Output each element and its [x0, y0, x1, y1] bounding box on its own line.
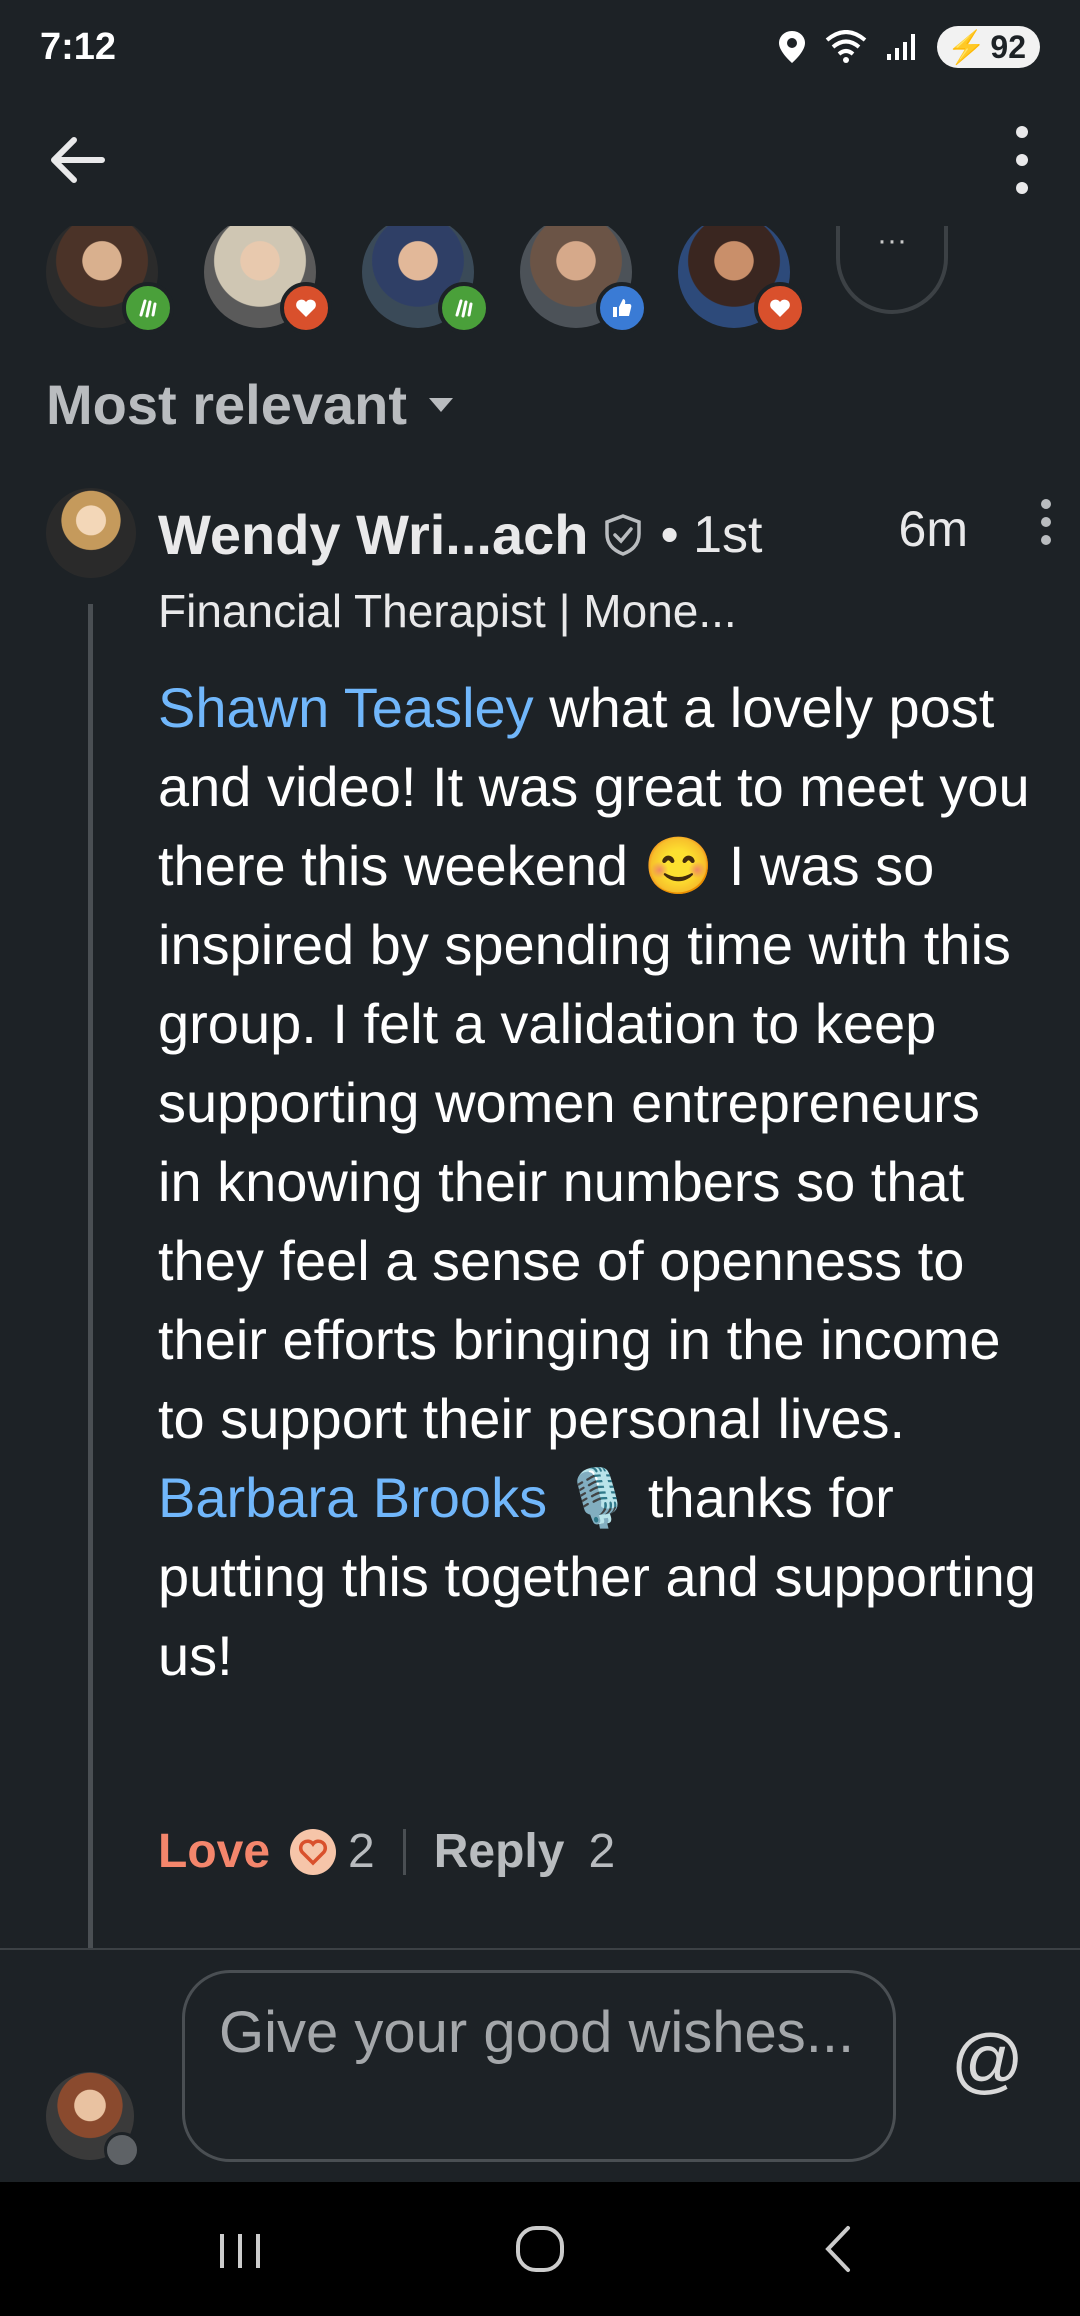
comment-actions: Love 2 Reply 2	[158, 1824, 615, 1879]
commenter-headline: Financial Therapist | Mone...	[158, 585, 737, 637]
more-vertical-icon[interactable]	[960, 120, 1040, 200]
charging-icon: ⚡	[946, 29, 987, 65]
mention-link[interactable]: Shawn Teasley	[158, 676, 534, 739]
reactors-row: ···	[0, 226, 1080, 336]
battery-level: 92	[990, 28, 1026, 65]
commenter-avatar[interactable]	[46, 488, 136, 578]
comment-time: 6m	[898, 501, 968, 557]
comment-input[interactable]: Give your good wishes...	[182, 1970, 896, 2162]
wifi-icon	[825, 30, 866, 63]
battery-indicator: ⚡ 92	[936, 26, 1040, 68]
status-bar: 7:12 ⚡ 92	[0, 0, 1080, 100]
status-time: 7:12	[40, 26, 117, 68]
back-nav-icon[interactable]	[800, 2214, 880, 2284]
divider	[402, 1828, 406, 1875]
celebrate-icon	[122, 282, 174, 334]
sort-selector[interactable]: Most relevant	[46, 372, 455, 437]
verified-shield-icon	[605, 513, 642, 556]
system-nav-bar	[0, 2182, 1080, 2316]
reactor-avatar[interactable]	[674, 226, 806, 336]
chevron-down-icon[interactable]	[104, 2132, 140, 2168]
arrow-left-icon[interactable]	[40, 120, 120, 200]
love-reaction-button[interactable]: Love	[158, 1824, 270, 1879]
mention-at-button[interactable]: @	[951, 2020, 1024, 2102]
reactor-avatar[interactable]	[516, 226, 648, 336]
sort-label: Most relevant	[46, 373, 407, 436]
home-icon[interactable]	[500, 2214, 580, 2284]
reply-count[interactable]: 2	[588, 1824, 615, 1879]
thread-line	[88, 604, 93, 2054]
status-icons: ⚡ 92	[777, 26, 1040, 68]
comment-header: Wendy Wri...ach • 1st 6m	[158, 499, 1051, 567]
love-icon	[290, 1828, 337, 1875]
celebrate-icon	[438, 282, 490, 334]
comment-text: what a lovely post and video! It was gre…	[158, 676, 1030, 1450]
recent-apps-icon[interactable]	[200, 2214, 280, 2284]
location-icon	[778, 31, 805, 63]
love-icon	[754, 282, 806, 334]
commenter-name[interactable]: Wendy Wri...ach	[158, 502, 588, 567]
connection-degree: • 1st	[660, 505, 763, 564]
reactor-avatar[interactable]	[42, 226, 174, 336]
love-count[interactable]: 2	[348, 1824, 375, 1879]
caret-down-icon	[429, 397, 453, 412]
like-icon	[596, 282, 648, 334]
reactor-avatar[interactable]	[200, 226, 332, 336]
comment-more-icon[interactable]	[1034, 496, 1058, 556]
mention-link[interactable]: Barbara Brooks	[158, 1466, 547, 1529]
love-icon	[280, 282, 332, 334]
reactor-avatar[interactable]	[358, 226, 490, 336]
comment-body: Shawn Teasley what a lovely post and vid…	[158, 668, 1038, 1695]
comment-composer: Give your good wishes... @	[0, 1948, 1080, 2184]
more-reactors-button[interactable]: ···	[836, 226, 948, 314]
top-app-bar	[0, 100, 1080, 220]
reply-button[interactable]: Reply	[434, 1824, 565, 1879]
signal-icon	[886, 34, 915, 60]
